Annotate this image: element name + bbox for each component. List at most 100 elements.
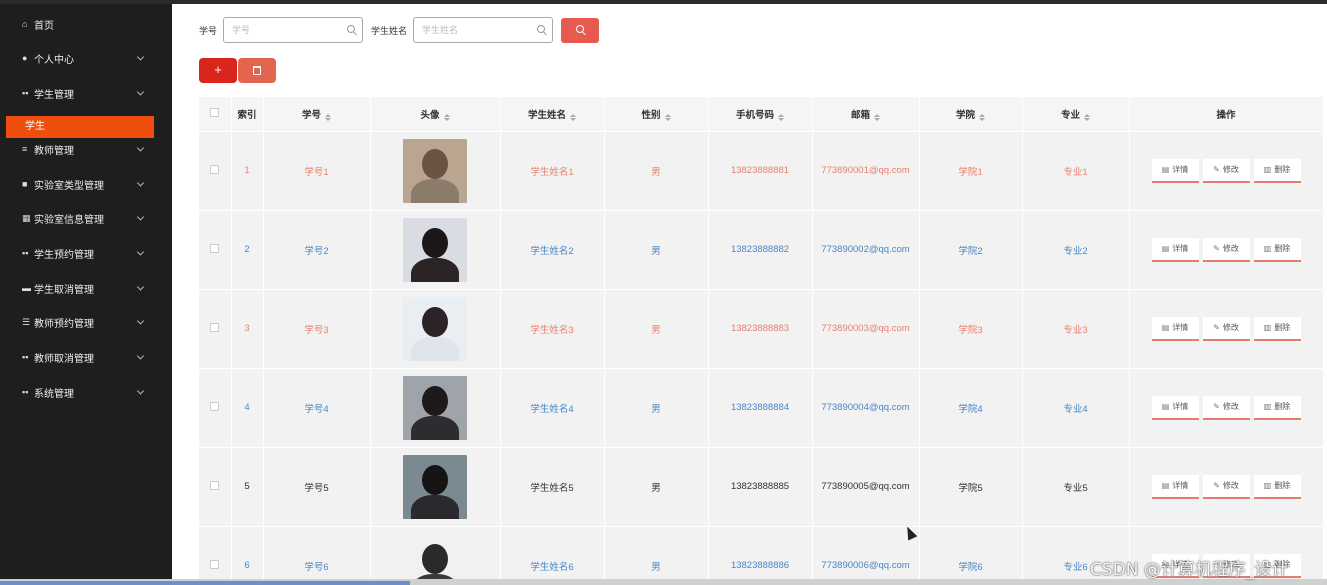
pencil-icon: ✎ [1213,244,1220,253]
search-name-group: 学生姓名 [371,17,554,43]
header-select-all [199,97,232,131]
cell-major: 专业1 [1022,130,1130,210]
cell-email: 773890003@qq.com [812,288,920,368]
avatar [403,217,467,282]
sort-icon [325,113,331,121]
sidebar-item-2[interactable]: ▪▪ 学生管理 [0,79,172,107]
edit-button[interactable]: ✎ 修改 [1202,474,1250,499]
avatar-body-shape [411,257,459,282]
delete-button[interactable]: ▥ 删除 [1253,474,1301,499]
search-name-label: 学生姓名 [371,25,408,36]
search-name-input[interactable] [422,19,533,41]
header-student-name[interactable]: 学生姓名 [500,97,605,131]
grid-icon: ▪▪ [22,88,29,98]
table-row: 3 学号3 学生姓名3 男 13823888883 773890003@qq.com 学院3… [199,288,1323,368]
row-checkbox[interactable] [210,164,220,174]
sidebar-item-label: 首页 [34,20,54,32]
cell-index: 4 [231,367,264,447]
trash-icon: ▥ [1263,481,1272,490]
cell-name: 学生姓名2 [500,209,605,289]
batch-delete-button[interactable] [238,58,276,83]
sidebar-item-3[interactable]: ≡ 教师管理 [0,135,172,163]
trash-icon: ▥ [1263,165,1272,174]
sidebar-item-9[interactable]: ▪▪ 教师取消管理 [0,343,172,371]
header-email[interactable]: 邮箱 [812,97,920,131]
search-id-input[interactable] [232,19,343,41]
edit-button[interactable]: ✎ 修改 [1202,395,1250,420]
edit-button[interactable]: ✎ 修改 [1202,158,1250,183]
detail-button[interactable]: ▤ 详情 [1151,474,1199,499]
row-checkbox[interactable] [210,322,220,332]
sidebar-item-label: 实验室信息管理 [34,214,104,226]
row-checkbox[interactable] [210,401,220,411]
sidebar-item-8[interactable]: ☰ 教师预约管理 [0,308,172,336]
search-button[interactable] [561,18,599,43]
header-college[interactable]: 学院 [919,97,1023,131]
sidebar-item-0[interactable]: ⌂ 首页 [0,10,172,38]
delete-button[interactable]: ▥ 删除 [1253,316,1301,341]
chevron-down-icon [136,213,145,221]
pencil-icon: ✎ [1213,402,1220,411]
cell-name: 学生姓名4 [500,367,605,447]
avatar-head-shape [422,385,448,416]
detail-button[interactable]: ▤ 详情 [1151,237,1199,262]
chevron-down-icon [136,248,145,256]
detail-button[interactable]: ▤ 详情 [1151,395,1199,420]
row-select-cell [199,288,232,368]
cell-gender: 男 [604,288,709,368]
cell-college: 学院5 [919,446,1023,526]
row-actions: ▤ 详情 ✎ 修改 ▥ 删除 [1130,316,1323,341]
row-actions: ▤ 详情 ✎ 修改 ▥ 删除 [1130,395,1323,420]
avatar [403,454,467,519]
delete-button[interactable]: ▥ 删除 [1253,158,1301,183]
sidebar-item-label: 教师管理 [34,145,74,157]
header-major[interactable]: 专业 [1022,97,1130,131]
avatar-body-shape [411,336,459,361]
sidebar-subitem-student[interactable]: 学生 [6,116,154,138]
sidebar-item-5[interactable]: ▦ 实验室信息管理 [0,204,172,232]
cell-college: 学院1 [919,130,1023,210]
detail-button[interactable]: ▤ 详情 [1151,158,1199,183]
row-select-cell [199,367,232,447]
edit-button[interactable]: ✎ 修改 [1202,316,1250,341]
sidebar-item-6[interactable]: ▪▪ 学生预约管理 [0,239,172,267]
delete-button[interactable]: ▥ 删除 [1253,395,1301,420]
cell-name: 学生姓名6 [500,525,605,579]
header-phone[interactable]: 手机号码 [708,97,813,131]
delete-button[interactable]: ▥ 删除 [1253,237,1301,262]
sidebar-item-7[interactable]: ▬ 学生取消管理 [0,274,172,302]
edit-button[interactable]: ✎ 修改 [1202,237,1250,262]
add-button[interactable]: + [199,58,237,83]
sort-icon [778,113,784,121]
table-row: 1 学号1 学生姓名1 男 13823888881 773890001@qq.com 学院1… [199,130,1323,210]
cell-avatar [370,130,501,210]
chevron-down-icon [136,88,145,96]
sidebar-item-1[interactable]: ● 个人中心 [0,44,172,72]
cell-avatar [370,209,501,289]
row-checkbox[interactable] [210,243,220,253]
cell-phone: 13823888885 [708,446,813,526]
student-table: 索引 学号 头像 学生姓名 性别 手机号码 邮箱 学院 专业 操作 1 学号1 学生… [199,97,1323,579]
list-icon: ≡ [22,144,28,154]
row-checkbox[interactable] [210,480,220,490]
document-icon: ▤ [1161,244,1170,253]
cell-sid: 学号4 [263,367,371,447]
header-student-id[interactable]: 学号 [263,97,371,131]
detail-button[interactable]: ▤ 详情 [1151,316,1199,341]
sidebar-item-4[interactable]: ■ 实验室类型管理 [0,170,172,198]
cell-gender: 男 [604,446,709,526]
sidebar-item-10[interactable]: ▪▪ 系统管理 [0,378,172,406]
cell-sid: 学号2 [263,209,371,289]
search-icon [576,25,584,33]
cell-name: 学生姓名5 [500,446,605,526]
header-gender[interactable]: 性别 [604,97,709,131]
sidebar-item-label: 学生管理 [34,89,74,101]
cell-phone: 13823888882 [708,209,813,289]
scrollbar-thumb[interactable] [0,581,410,585]
trash-icon: ▥ [1263,402,1272,411]
cell-email: 773890005@qq.com [812,446,920,526]
chevron-down-icon [136,179,145,187]
header-avatar[interactable]: 头像 [370,97,501,131]
row-checkbox[interactable] [210,559,220,569]
select-all-checkbox[interactable] [210,107,220,117]
